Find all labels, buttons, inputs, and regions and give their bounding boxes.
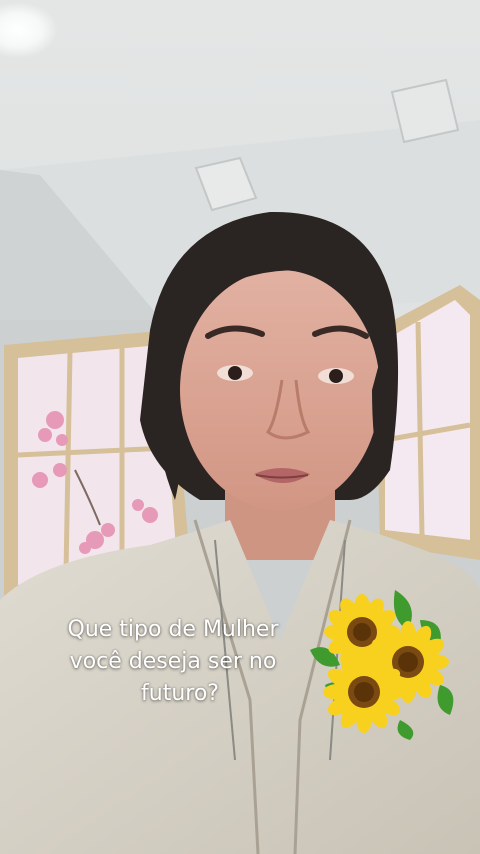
caption-line-3: futuro? [141, 681, 219, 706]
eye-right [329, 369, 343, 383]
caption-line-1: Que tipo de Mulher [67, 617, 279, 642]
eye-left [228, 366, 242, 380]
caption-text: Que tipo de Mulher você deseja ser no fu… [8, 614, 338, 710]
video-frame: Que tipo de Mulher você deseja ser no fu… [0, 0, 480, 854]
caption-line-2: você deseja ser no [69, 649, 277, 674]
ceiling-vent [390, 78, 460, 144]
